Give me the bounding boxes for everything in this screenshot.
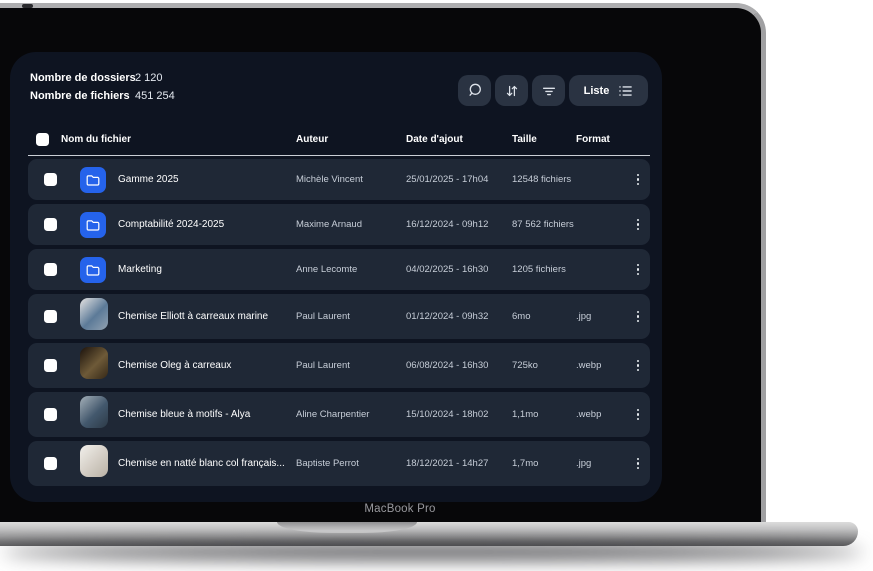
table-row[interactable]: Marketing Anne Lecomte 04/02/2025 - 16h3…	[28, 249, 650, 290]
filter-icon	[541, 83, 557, 99]
macbook-lid-scoop	[277, 522, 417, 533]
file-author: Baptiste Perrot	[296, 458, 406, 469]
file-size: 1,1mo	[512, 409, 576, 420]
file-date: 18/12/2021 - 14h27	[406, 458, 512, 469]
file-format: .webp	[576, 409, 626, 420]
sort-button[interactable]	[495, 75, 528, 106]
row-checkbox[interactable]	[44, 173, 57, 186]
row-menu-button[interactable]	[634, 216, 642, 233]
folders-count-value: 2 120	[135, 72, 175, 84]
file-name: Marketing	[118, 264, 296, 275]
file-author: Aline Charpentier	[296, 409, 406, 420]
laptop-shadow	[2, 545, 864, 559]
toolbar: Liste	[458, 75, 648, 106]
file-name: Chemise en natté blanc col français...	[118, 458, 296, 469]
file-size: 6mo	[512, 311, 576, 322]
column-header-author: Auteur	[296, 134, 406, 145]
file-format: .jpg	[576, 311, 626, 322]
file-date: 04/02/2025 - 16h30	[406, 264, 512, 275]
table-row[interactable]: Chemise Oleg à carreaux Paul Laurent 06/…	[28, 343, 650, 388]
select-all-checkbox[interactable]	[36, 133, 49, 146]
file-name: Gamme 2025	[118, 174, 296, 185]
row-icon-cell	[80, 445, 118, 482]
sort-icon	[504, 83, 520, 99]
row-icon-cell	[80, 257, 118, 283]
file-format: .webp	[576, 360, 626, 371]
macbook-mockup: Nombre de dossiers 2 120 Nombre de fichi…	[0, 0, 873, 571]
file-name: Comptabilité 2024-2025	[118, 219, 296, 230]
column-header-date: Date d'ajout	[406, 134, 512, 145]
column-header-format: Format	[576, 134, 650, 145]
file-thumbnail	[80, 396, 108, 428]
view-mode-button[interactable]: Liste	[569, 75, 648, 106]
folder-icon	[80, 212, 106, 238]
view-mode-label: Liste	[584, 85, 610, 97]
search-icon	[466, 82, 483, 99]
file-thumbnail	[80, 298, 108, 330]
file-size: 12548 fichiers	[512, 174, 576, 185]
row-icon-cell	[80, 212, 118, 238]
macbook-base	[0, 522, 858, 546]
file-size: 1205 fichiers	[512, 264, 576, 275]
row-checkbox[interactable]	[44, 310, 57, 323]
row-menu-button[interactable]	[634, 406, 642, 423]
file-date: 01/12/2024 - 09h32	[406, 311, 512, 322]
table-body: Gamme 2025 Michèle Vincent 25/01/2025 - …	[28, 159, 650, 486]
table-row[interactable]: Comptabilité 2024-2025 Maxime Arnaud 16/…	[28, 204, 650, 245]
file-thumbnail	[80, 347, 108, 379]
file-name: Chemise Oleg à carreaux	[118, 360, 296, 371]
file-format: .jpg	[576, 458, 626, 469]
folder-icon	[80, 257, 106, 283]
file-manager-window: Nombre de dossiers 2 120 Nombre de fichi…	[10, 52, 662, 502]
row-menu-button[interactable]	[634, 261, 642, 278]
table-row[interactable]: Chemise en natté blanc col français... B…	[28, 441, 650, 486]
row-checkbox[interactable]	[44, 359, 57, 372]
row-icon-cell	[80, 167, 118, 193]
row-menu-button[interactable]	[634, 455, 642, 472]
file-thumbnail	[80, 445, 108, 477]
row-icon-cell	[80, 347, 118, 384]
file-date: 15/10/2024 - 18h02	[406, 409, 512, 420]
row-checkbox[interactable]	[44, 218, 57, 231]
file-name: Chemise Elliott à carreaux marine	[118, 311, 296, 322]
file-size: 725ko	[512, 360, 576, 371]
files-count-value: 451 254	[135, 90, 175, 102]
row-checkbox[interactable]	[44, 408, 57, 421]
file-author: Paul Laurent	[296, 360, 406, 371]
file-date: 25/01/2025 - 17h04	[406, 174, 512, 185]
filter-button[interactable]	[532, 75, 565, 106]
file-size: 1,7mo	[512, 458, 576, 469]
row-menu-button[interactable]	[634, 171, 642, 188]
row-icon-cell	[80, 298, 118, 335]
row-menu-button[interactable]	[634, 357, 642, 374]
table-row[interactable]: Chemise Elliott à carreaux marine Paul L…	[28, 294, 650, 339]
macbook-label: MacBook Pro	[364, 503, 435, 515]
row-menu-button[interactable]	[634, 308, 642, 325]
table-header: Nom du fichier Auteur Date d'ajout Taill…	[28, 130, 650, 148]
file-author: Anne Lecomte	[296, 264, 406, 275]
column-header-name: Nom du fichier	[61, 134, 296, 145]
file-name: Chemise bleue à motifs - Alya	[118, 409, 296, 420]
row-checkbox[interactable]	[44, 263, 57, 276]
file-date: 06/08/2024 - 16h30	[406, 360, 512, 371]
folders-count-label: Nombre de dossiers	[30, 72, 125, 84]
header-divider	[28, 155, 650, 156]
camera-dot	[22, 4, 33, 8]
folder-icon	[80, 167, 106, 193]
files-count-label: Nombre de fichiers	[30, 90, 125, 102]
file-size: 87 562 fichiers	[512, 219, 576, 230]
column-header-size: Taille	[512, 134, 576, 145]
table-row[interactable]: Gamme 2025 Michèle Vincent 25/01/2025 - …	[28, 159, 650, 200]
list-icon	[618, 84, 633, 98]
file-author: Michèle Vincent	[296, 174, 406, 185]
search-button[interactable]	[458, 75, 491, 106]
library-stats: Nombre de dossiers 2 120 Nombre de fichi…	[30, 72, 175, 102]
table-row[interactable]: Chemise bleue à motifs - Alya Aline Char…	[28, 392, 650, 437]
file-author: Paul Laurent	[296, 311, 406, 322]
macbook-screen: Nombre de dossiers 2 120 Nombre de fichi…	[0, 3, 766, 522]
file-date: 16/12/2024 - 09h12	[406, 219, 512, 230]
row-icon-cell	[80, 396, 118, 433]
file-author: Maxime Arnaud	[296, 219, 406, 230]
row-checkbox[interactable]	[44, 457, 57, 470]
